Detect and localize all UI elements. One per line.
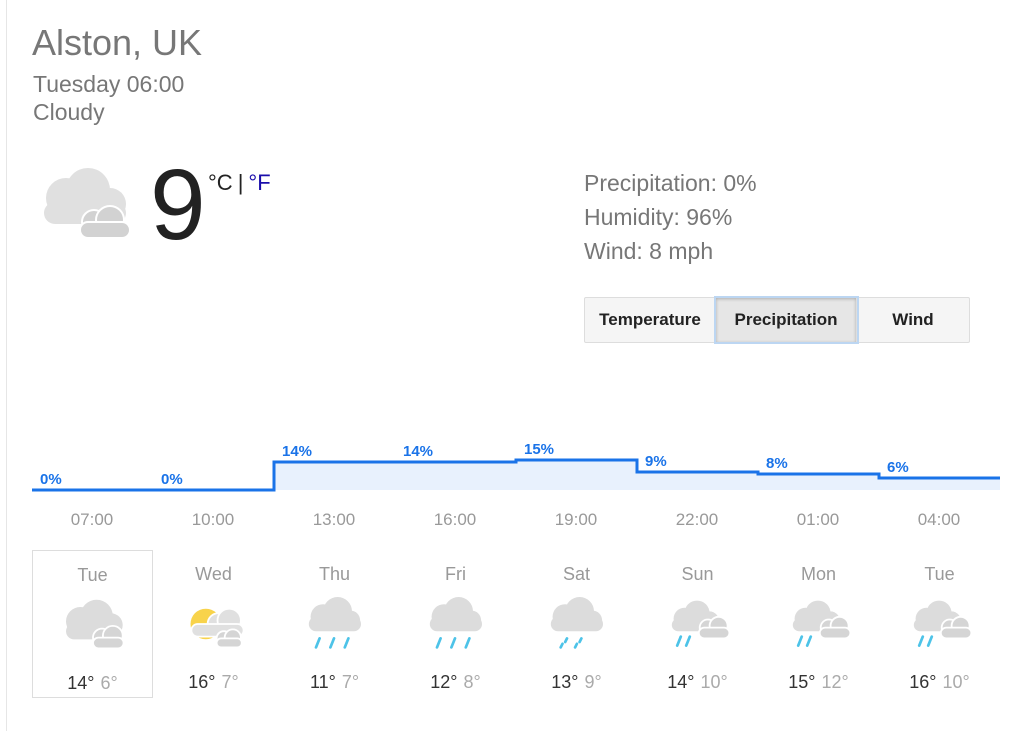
fahrenheit-link[interactable]: °F — [248, 170, 270, 195]
low-temp: 9° — [584, 672, 602, 692]
cloudy-icon — [36, 168, 132, 249]
low-temp: 8° — [463, 672, 481, 692]
weather-details: Precipitation: 0% Humidity: 96% Wind: 8 … — [584, 166, 757, 268]
high-temp: 14° — [67, 673, 95, 693]
unit-separator: | — [237, 170, 244, 195]
left-border — [6, 0, 7, 731]
precipitation-chart: 0% 0% 14% 14% 15% 9% 8% 6% — [32, 441, 1000, 492]
day-name: Thu — [318, 564, 351, 584]
day-name: Wed — [195, 564, 232, 584]
day-forecast-sat-4[interactable]: Sat 13° 9° — [516, 550, 637, 696]
hour-tick-label: 19:00 — [554, 510, 598, 529]
chart-tabs: Temperature Precipitation Wind — [584, 297, 970, 343]
day-name: Sun — [681, 564, 714, 584]
wind-detail: Wind: 8 mph — [584, 238, 714, 264]
high-temp: 11° — [309, 672, 336, 692]
current-temperature: 9 — [150, 149, 206, 261]
current-condition: Cloudy — [33, 99, 105, 125]
hour-tick-label: 22:00 — [675, 510, 719, 529]
low-temp: 10° — [700, 672, 728, 692]
day-forecast-mon-6[interactable]: Mon 15° 12° — [758, 550, 879, 696]
day-forecast-wed-1[interactable]: Wed 16° 7° — [153, 550, 274, 696]
precipitation-value-label: 0% — [40, 471, 62, 488]
high-temp: 16° — [909, 672, 937, 692]
day-temps: 13° 9° — [516, 672, 637, 693]
rain-cloud-icon — [782, 594, 854, 659]
daily-forecast: Tue 14° 6° Wed 16° 7° Thu 11° 7° Fri 12°… — [32, 550, 1000, 698]
current-datetime: Tuesday 06:00 — [33, 71, 185, 97]
precipitation-value-label: 6% — [887, 459, 909, 476]
high-temp: 14° — [667, 672, 695, 692]
day-name: Fri — [445, 564, 466, 584]
humidity-detail: Humidity: 96% — [584, 204, 733, 230]
low-temp: 7° — [341, 672, 360, 692]
light-rain-icon — [540, 594, 612, 659]
tab-temperature[interactable]: Temperature — [585, 298, 716, 342]
day-forecast-tue-7[interactable]: Tue 16° 10° — [879, 550, 1000, 696]
day-forecast-tue-0[interactable]: Tue 14° 6° — [32, 550, 153, 698]
day-temps: 16° 10° — [879, 672, 1000, 693]
rain-icon — [419, 594, 491, 659]
low-temp: 10° — [942, 672, 970, 692]
rain-icon — [298, 594, 370, 659]
precipitation-value-label: 9% — [645, 453, 667, 470]
hour-tick-label: 16:00 — [433, 510, 477, 529]
precipitation-value-label: 14% — [282, 443, 312, 460]
day-name: Tue — [924, 564, 955, 584]
day-temps: 14° 10° — [637, 672, 758, 693]
hour-tick-label: 13:00 — [312, 510, 356, 529]
partly-sunny-icon — [177, 594, 249, 659]
day-temps: 15° 12° — [758, 672, 879, 693]
hour-tick-label: 10:00 — [191, 510, 235, 529]
day-forecast-sun-5[interactable]: Sun 14° 10° — [637, 550, 758, 696]
tab-precipitation[interactable]: Precipitation — [716, 298, 857, 342]
day-name: Mon — [800, 564, 836, 584]
celsius-unit[interactable]: °C — [208, 170, 233, 195]
precipitation-value-label: 8% — [766, 455, 788, 472]
precipitation-value-label: 15% — [524, 441, 554, 458]
hour-axis: 07:00 10:00 13:00 16:00 19:00 22:00 01:00 04:00 — [0, 510, 1024, 534]
low-temp: 6° — [100, 673, 118, 693]
day-name: Tue — [77, 565, 108, 585]
high-temp: 12° — [430, 672, 458, 692]
rain-cloud-icon — [903, 594, 975, 659]
hour-tick-label: 01:00 — [796, 510, 840, 529]
unit-toggle: °C | °F — [208, 170, 271, 196]
tab-wind[interactable]: Wind — [857, 298, 969, 342]
precipitation-value-label: 14% — [403, 443, 433, 460]
high-temp: 16° — [188, 672, 216, 692]
precipitation-detail: Precipitation: 0% — [584, 170, 757, 196]
day-forecast-fri-3[interactable]: Fri 12° 8° — [395, 550, 516, 696]
hour-tick-label: 07:00 — [70, 510, 114, 529]
day-temps: 11° 7° — [274, 672, 395, 693]
day-temps: 16° 7° — [153, 672, 274, 693]
high-temp: 13° — [551, 672, 579, 692]
cloudy-icon — [57, 595, 129, 660]
low-temp: 12° — [821, 672, 849, 692]
hour-tick-label: 04:00 — [917, 510, 961, 529]
rain-cloud-icon — [661, 594, 733, 659]
precipitation-value-label: 0% — [161, 471, 183, 488]
day-name: Sat — [562, 564, 591, 584]
high-temp: 15° — [788, 672, 816, 692]
day-temps: 14° 6° — [33, 673, 152, 694]
day-forecast-thu-2[interactable]: Thu 11° 7° — [274, 550, 395, 696]
location-title: Alston, UK — [32, 22, 203, 63]
low-temp: 7° — [221, 672, 239, 692]
day-temps: 12° 8° — [395, 672, 516, 693]
